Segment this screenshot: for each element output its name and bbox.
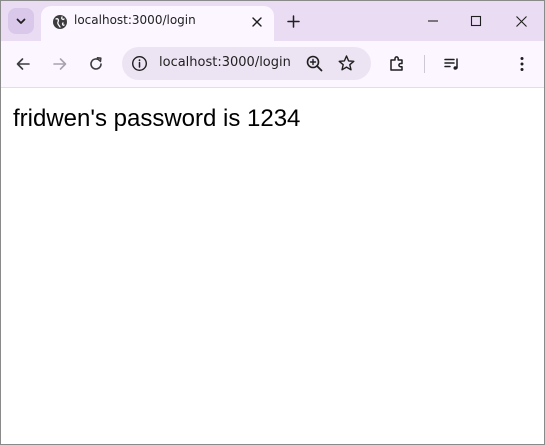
toolbar-divider: [424, 55, 425, 73]
minimize-button[interactable]: [423, 11, 443, 31]
address-url[interactable]: localhost:3000/login: [159, 55, 291, 70]
site-info-icon[interactable]: [131, 55, 148, 72]
active-tab[interactable]: localhost:3000/login: [41, 6, 274, 41]
tab-strip: localhost:3000/login: [1, 1, 544, 41]
close-icon: [515, 15, 527, 27]
tab-search-button[interactable]: [8, 8, 34, 34]
puzzle-icon: [390, 56, 403, 71]
browser-menu-button[interactable]: [511, 53, 533, 75]
extensions-button[interactable]: [386, 53, 408, 75]
maximize-icon: [470, 15, 482, 27]
zoom-icon[interactable]: [305, 54, 324, 73]
media-controls-button[interactable]: [441, 53, 463, 75]
chevron-down-icon: [16, 18, 26, 24]
new-tab-button[interactable]: [284, 12, 302, 30]
address-bar[interactable]: localhost:3000/login: [122, 47, 371, 80]
reload-button[interactable]: [85, 53, 107, 75]
globe-icon: [53, 15, 67, 29]
tab-title: localhost:3000/login: [74, 13, 196, 27]
password-message: fridwen's password is 1234: [13, 105, 301, 132]
maximize-button[interactable]: [466, 11, 486, 31]
back-button[interactable]: [12, 53, 34, 75]
media-queue-icon: [444, 58, 458, 70]
forward-button[interactable]: [49, 53, 71, 75]
forward-arrow-icon: [53, 58, 67, 70]
close-icon: [252, 17, 262, 27]
minimize-icon: [428, 20, 438, 22]
more-vertical-icon: [520, 57, 524, 71]
bookmark-star-icon[interactable]: [337, 54, 356, 73]
page-content: fridwen's password is 1234: [1, 88, 544, 444]
tab-close-button[interactable]: [248, 13, 266, 31]
plus-icon: [286, 14, 300, 28]
window-close-button[interactable]: [511, 11, 531, 31]
back-arrow-icon: [16, 58, 30, 70]
browser-window: localhost:3000/login localhost:3000/logi…: [0, 0, 545, 445]
browser-toolbar: localhost:3000/login: [1, 41, 544, 88]
reload-icon: [90, 57, 102, 70]
